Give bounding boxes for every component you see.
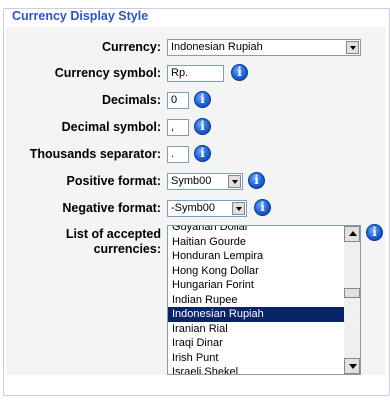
info-icon[interactable]: i [254,199,271,216]
list-item[interactable]: Indian Rupee [168,293,344,308]
decimal-symbol-input[interactable]: , [167,119,189,136]
positive-format-label: Positive format: [66,174,161,188]
scroll-thumb[interactable] [344,288,360,298]
info-icon[interactable]: i [194,91,211,108]
negative-format-label: Negative format: [62,201,161,215]
currency-select[interactable]: Indonesian Rupiah [167,39,361,56]
list-item[interactable]: Hong Kong Dollar [168,264,344,279]
info-icon[interactable]: i [194,145,211,162]
currency-symbol-label: Currency symbol: [54,66,161,80]
currency-label: Currency: [101,40,161,54]
thousands-separator-label: Thousands separator: [29,147,161,161]
info-icon[interactable]: i [366,224,383,241]
list-item[interactable]: Hungarian Forint [168,278,344,293]
list-item[interactable]: Israeli Shekel [168,365,344,374]
accepted-currencies-list[interactable]: Guyanan Dollar Haitian Gourde Honduran L… [167,225,361,375]
info-icon[interactable]: i [248,172,265,189]
currency-select-value: Indonesian Rupiah [171,41,263,53]
list-item[interactable]: Iraqi Dinar [168,336,344,351]
chevron-down-icon[interactable] [346,41,359,54]
accepted-label-line2: currencies: [93,242,161,256]
accepted-label-line1: List of accepted [65,227,161,241]
list-item[interactable]: Honduran Lempira [168,249,344,264]
list-item[interactable]: Irish Punt [168,351,344,366]
list-item-selected[interactable]: Indonesian Rupiah [168,307,344,322]
scroll-up-icon[interactable] [344,226,360,242]
decimals-label: Decimals: [101,93,161,107]
positive-format-value: Symb00 [171,175,212,187]
list-item[interactable]: Haitian Gourde [168,235,344,250]
thousands-separator-input[interactable]: . [167,146,189,163]
decimals-input[interactable]: 0 [167,92,189,109]
chevron-down-icon[interactable] [232,202,245,215]
list-item[interactable]: Guyanan Dollar [168,226,344,235]
scroll-down-icon[interactable] [344,358,360,374]
negative-format-value: -Symb00 [171,202,216,214]
positive-format-select[interactable]: Symb00 [167,173,243,190]
fieldset-legend: Currency Display Style [10,9,151,23]
decimal-symbol-label: Decimal symbol: [61,120,161,134]
list-scrollbar[interactable] [344,226,360,374]
info-icon[interactable]: i [231,64,248,81]
negative-format-select[interactable]: -Symb00 [167,200,247,217]
info-icon[interactable]: i [194,118,211,135]
accepted-currencies-label: List of accepted currencies: [66,227,161,257]
currency-symbol-input[interactable]: Rp. [167,65,224,82]
chevron-down-icon[interactable] [228,175,241,188]
list-item[interactable]: Iranian Rial [168,322,344,337]
